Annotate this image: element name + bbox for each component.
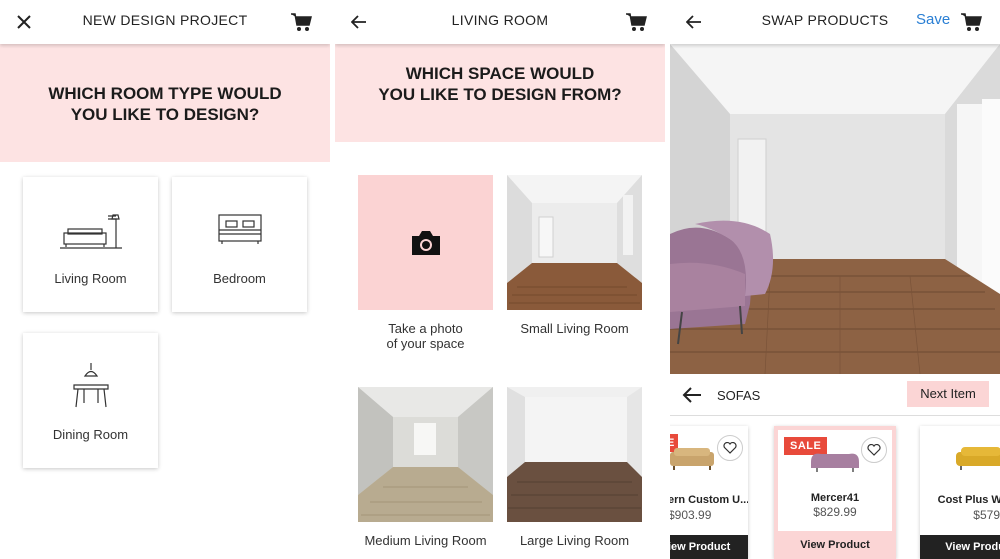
product-price: $829.99 bbox=[813, 505, 857, 519]
product-name: Mercer41 bbox=[810, 492, 860, 504]
view-product-button[interactable]: View Product bbox=[920, 535, 1000, 559]
space-question: WHICH SPACE WOULD YOU LIKE TO DESIGN FRO… bbox=[335, 44, 665, 142]
camera-icon bbox=[412, 231, 440, 255]
tile-label: Small Living Room bbox=[520, 321, 629, 336]
question-line-2: YOU LIKE TO DESIGN? bbox=[70, 105, 260, 124]
large-living-room-tile[interactable]: Large Living Room bbox=[507, 387, 642, 548]
room-card-dining-room[interactable]: Dining Room bbox=[23, 333, 158, 468]
header: SWAP PRODUCTS Save bbox=[670, 0, 1000, 44]
category-name: SOFAS bbox=[717, 388, 761, 403]
medium-living-room-tile[interactable]: Medium Living Room bbox=[358, 387, 493, 548]
product-name: ern Custom U... bbox=[670, 494, 748, 506]
question-line-2: YOU LIKE TO DESIGN FROM? bbox=[378, 85, 622, 104]
product-name: Cost Plus World bbox=[937, 494, 1000, 506]
product-card[interactable]: E ern Custom U... $903.99 iew Product bbox=[670, 426, 748, 559]
tile-label: Take a photo of your space bbox=[358, 321, 493, 351]
room-label: Bedroom bbox=[213, 271, 266, 286]
room-label: Dining Room bbox=[52, 427, 129, 442]
room-preview[interactable] bbox=[670, 44, 1000, 374]
new-design-project-screen: NEW DESIGN PROJECT WHICH ROOM TYPE WOULD… bbox=[0, 0, 330, 559]
room-type-question: WHICH ROOM TYPE WOULD YOU LIKE TO DESIGN… bbox=[0, 44, 330, 162]
medium-room-image bbox=[358, 387, 493, 522]
dining-table-icon bbox=[72, 363, 109, 408]
page-title: SWAP PRODUCTS bbox=[761, 12, 889, 28]
product-card-selected[interactable]: SALE Mercer41 $829.99 View Product bbox=[774, 426, 896, 559]
take-photo-tile[interactable]: Take a photo of your space bbox=[358, 175, 493, 351]
view-product-button[interactable]: View Product bbox=[774, 533, 896, 557]
tile-label-line-2: of your space bbox=[386, 336, 465, 351]
room-card-bedroom[interactable]: Bedroom bbox=[172, 177, 307, 312]
tile-label-line-1: Take a photo bbox=[388, 321, 463, 336]
room-label: Living Room bbox=[54, 271, 127, 286]
cart-icon[interactable] bbox=[288, 8, 316, 36]
back-arrow-icon[interactable] bbox=[682, 386, 702, 404]
question-line-1: WHICH SPACE WOULD bbox=[405, 64, 595, 83]
living-room-space-screen: LIVING ROOM WHICH SPACE WOULD YOU LIKE T… bbox=[335, 0, 665, 559]
page-title: NEW DESIGN PROJECT bbox=[82, 12, 248, 28]
swap-products-screen: SWAP PRODUCTS Save SOFAS Next Item E ern… bbox=[670, 0, 1000, 559]
category-bar: SOFAS Next Item bbox=[670, 374, 1000, 416]
cart-icon[interactable] bbox=[623, 8, 651, 36]
next-item-button[interactable]: Next Item bbox=[907, 381, 989, 407]
page-title: LIVING ROOM bbox=[451, 12, 549, 28]
tile-label: Medium Living Room bbox=[364, 533, 487, 548]
header: NEW DESIGN PROJECT bbox=[0, 0, 330, 44]
tile-label: Large Living Room bbox=[519, 533, 630, 548]
small-room-image bbox=[507, 175, 642, 310]
heart-icon[interactable] bbox=[717, 435, 743, 461]
bed-icon bbox=[217, 214, 262, 244]
product-price: $579.99 bbox=[973, 508, 1000, 522]
product-image bbox=[670, 448, 714, 470]
product-card[interactable]: Cost Plus World $579.99 View Product bbox=[920, 426, 1000, 559]
large-room-image bbox=[507, 387, 642, 522]
sofa-lamp-icon bbox=[59, 214, 122, 249]
product-image bbox=[811, 453, 859, 472]
header: LIVING ROOM bbox=[335, 0, 665, 44]
cart-icon[interactable] bbox=[958, 8, 986, 36]
heart-icon[interactable] bbox=[861, 437, 887, 463]
room-card-living-room[interactable]: Living Room bbox=[23, 177, 158, 312]
question-line-1: WHICH ROOM TYPE WOULD bbox=[48, 84, 282, 103]
save-button[interactable]: Save bbox=[916, 11, 950, 28]
photo-tile-background bbox=[358, 175, 493, 310]
small-living-room-tile[interactable]: Small Living Room bbox=[507, 175, 642, 336]
view-product-button[interactable]: iew Product bbox=[670, 535, 748, 559]
product-image bbox=[956, 447, 1000, 470]
product-price: $903.99 bbox=[670, 508, 712, 522]
